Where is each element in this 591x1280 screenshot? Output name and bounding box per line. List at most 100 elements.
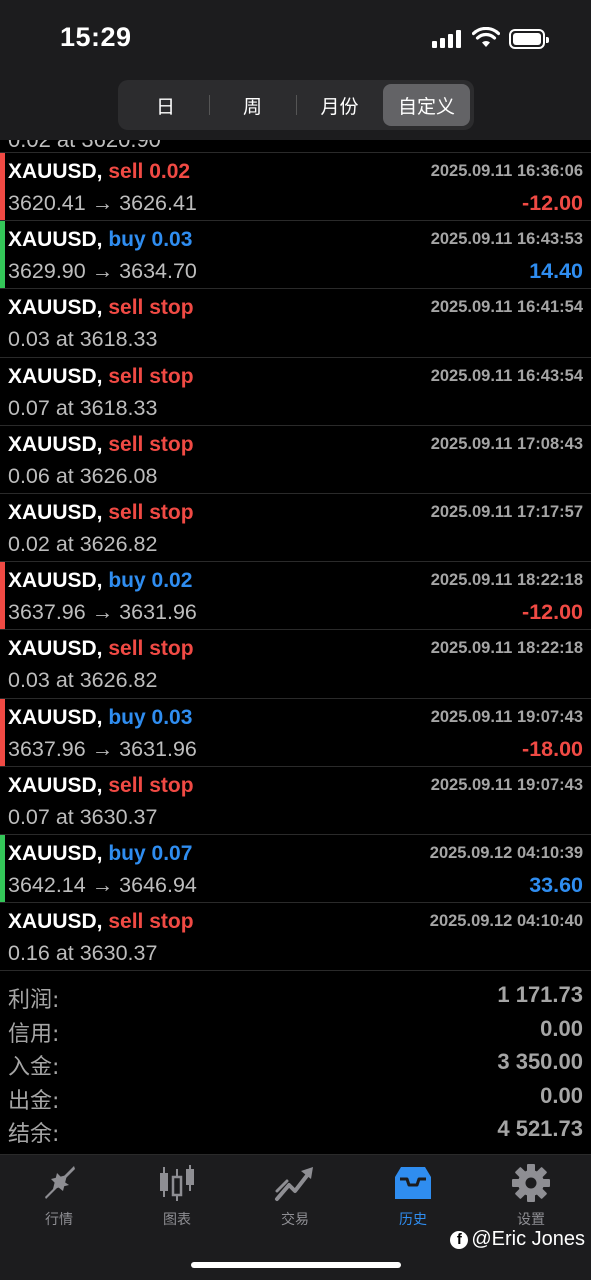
tab-label: 交易 (281, 1212, 309, 1228)
summary-value: 3 350.00 (497, 1049, 583, 1074)
summary-row: 结余: 4 521.73 (0, 1113, 591, 1147)
tab-label: 历史 (399, 1212, 427, 1228)
summary-value: 1 171.73 (497, 982, 583, 1007)
trade-row[interactable]: XAUUSD, sell stop 2025.09.11 19:07:43 0.… (0, 767, 591, 835)
summary-label: 利润: (8, 988, 60, 1013)
trade-action: sell stop (108, 500, 194, 524)
trade-title: XAUUSD, sell stop (8, 433, 194, 457)
trade-row[interactable]: XAUUSD, buy 0.03 2025.09.11 16:43:53 362… (0, 221, 591, 290)
trade-row[interactable]: XAUUSD, buy 0.02 2025.09.11 18:22:18 363… (0, 562, 591, 631)
trade-row[interactable]: XAUUSD, buy 0.03 2025.09.11 19:07:43 363… (0, 698, 591, 767)
trade-title: XAUUSD, sell 0.02 (8, 160, 190, 184)
trade-title: XAUUSD, sell stop (8, 637, 194, 661)
summary-label: 信用: (8, 1021, 60, 1047)
trade-row[interactable]: XAUUSD, buy 0.07 2025.09.12 04:10:39 364… (0, 834, 591, 904)
quotes-arrows-icon (45, 1166, 75, 1199)
trade-timestamp: 2025.09.11 17:08:43 (430, 434, 583, 453)
trade-detail: 3642.14 → 3646.94 (8, 872, 197, 897)
facebook-icon: f (450, 1230, 469, 1249)
summary-label: 入金: (8, 1055, 60, 1080)
tab-charts[interactable]: 图表 (118, 1163, 236, 1233)
summary-value: 0.00 (540, 1015, 583, 1041)
trade-action: sell stop (108, 910, 194, 934)
trade-row[interactable]: XAUUSD, sell stop 2025.09.11 18:22:18 0.… (0, 630, 591, 699)
trade-row[interactable]: XAUUSD, sell 0.02 2025.09.11 16:36:06 36… (0, 153, 591, 222)
battery-icon (509, 29, 549, 49)
trade-title: XAUUSD, buy 0.03 (8, 706, 192, 730)
trade-profit: -12.00 (522, 191, 583, 215)
trade-row[interactable]: XAUUSD, sell stop 2025.09.12 04:10:40 0.… (0, 903, 591, 972)
trade-detail: 0.16 at 3630.37 (8, 941, 158, 966)
trade-symbol: XAUUSD, (8, 637, 103, 661)
tab-history[interactable]: 历史 (354, 1163, 472, 1233)
trade-timestamp: 2025.09.11 19:07:43 (430, 775, 583, 794)
trade-detail: 3620.41 → 3626.41 (8, 191, 197, 215)
trade-title: XAUUSD, sell stop (8, 501, 194, 525)
summary-row: 出金: 0.00 (0, 1080, 591, 1114)
trade-action: buy 0.02 (108, 569, 193, 593)
trade-action: buy 0.03 (108, 228, 193, 252)
status-bar: 15:29 (0, 0, 591, 72)
summary-row: 入金: 3 350.00 (0, 1046, 591, 1080)
trade-symbol: XAUUSD, (8, 432, 103, 456)
trade-timestamp: 2025.09.12 04:10:39 (429, 843, 583, 862)
trade-action: sell stop (108, 637, 194, 661)
trade-timestamp: 2025.09.12 04:10:40 (429, 912, 583, 931)
trade-action: buy 0.03 (108, 705, 193, 729)
watermark-text: @Eric Jones (471, 1228, 585, 1250)
tab-trade[interactable]: 交易 (236, 1163, 354, 1233)
home-indicator[interactable] (191, 1262, 401, 1268)
trade-action: sell stop (108, 432, 194, 456)
trade-symbol: XAUUSD, (8, 910, 103, 934)
list-item-partial[interactable]: 0.02 at 3620.90 (0, 140, 591, 153)
trade-row[interactable]: XAUUSD, sell stop 2025.09.11 16:41:54 0.… (0, 289, 591, 358)
summary-row: 利润: 1 171.73 (0, 979, 591, 1013)
summary-value: 0.00 (540, 1082, 583, 1108)
trade-symbol: XAUUSD, (8, 160, 103, 183)
trade-timestamp: 2025.09.11 18:22:18 (430, 639, 583, 658)
tab-settings[interactable]: 设置 (472, 1163, 590, 1233)
order-detail-text: 0.02 at 3620.90 (8, 140, 161, 152)
period-filter-bar: 日 周 月份 自定义 (0, 72, 591, 140)
trade-row[interactable]: XAUUSD, sell stop 2025.09.11 17:17:57 0.… (0, 494, 591, 563)
trade-timestamp: 2025.09.11 19:07:43 (430, 707, 583, 726)
trade-profit: -18.00 (522, 736, 583, 761)
trade-symbol: XAUUSD, (8, 773, 103, 797)
watermark: f @Eric Jones (450, 1228, 585, 1251)
period-tab-month[interactable]: 月份 (296, 84, 383, 126)
trade-detail: 3637.96 → 3631.96 (8, 736, 197, 761)
trade-title: XAUUSD, buy 0.07 (8, 842, 192, 866)
trade-action: sell stop (108, 773, 194, 797)
gear-icon (512, 1164, 550, 1202)
trade-detail: 0.03 at 3626.82 (8, 668, 158, 693)
trade-symbol: XAUUSD, (8, 228, 103, 252)
trade-row[interactable]: XAUUSD, sell stop 2025.09.11 16:43:54 0.… (0, 358, 591, 426)
trade-detail: 0.02 at 3626.82 (8, 531, 158, 556)
trade-symbol: XAUUSD, (8, 569, 103, 593)
trade-action: sell stop (108, 364, 194, 388)
cellular-signal-icon (432, 30, 464, 48)
trade-symbol: XAUUSD, (8, 705, 103, 729)
status-time: 15:29 (60, 22, 132, 52)
trade-profit: 33.60 (529, 872, 583, 897)
trade-title: XAUUSD, sell stop (8, 365, 194, 389)
period-tab-custom[interactable]: 自定义 (383, 84, 470, 126)
tab-quotes[interactable]: 行情 (0, 1163, 118, 1233)
period-tab-week[interactable]: 周 (209, 84, 296, 126)
trade-history-list[interactable]: 0.02 at 3620.90 XAUUSD, sell 0.02 2025.0… (0, 140, 591, 972)
trade-symbol: XAUUSD, (8, 841, 103, 865)
period-segmented-control: 日 周 月份 自定义 (118, 80, 474, 130)
trade-row[interactable]: XAUUSD, sell stop 2025.09.11 17:08:43 0.… (0, 426, 591, 494)
trade-result-accent (0, 698, 5, 766)
trade-detail: 3637.96 → 3631.96 (8, 600, 197, 625)
trade-detail: 0.07 at 3630.37 (8, 804, 158, 829)
trade-title: XAUUSD, buy 0.02 (8, 569, 192, 593)
period-tab-day[interactable]: 日 (122, 84, 209, 126)
trade-result-accent (0, 153, 5, 221)
tab-label: 图表 (163, 1212, 191, 1228)
trade-title: XAUUSD, buy 0.03 (8, 228, 192, 252)
trade-trend-icon (275, 1167, 313, 1201)
summary-row: 信用: 0.00 (0, 1013, 591, 1047)
summary-label: 出金: (8, 1088, 60, 1114)
trade-title: XAUUSD, sell stop (8, 910, 194, 934)
